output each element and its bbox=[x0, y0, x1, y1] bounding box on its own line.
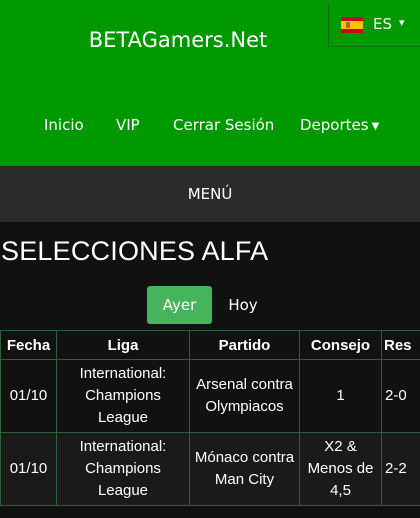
tab-hoy[interactable]: Hoy bbox=[220, 286, 266, 324]
page-title: SELECCIONES ALFA bbox=[1, 236, 269, 266]
spain-flag-icon bbox=[341, 17, 363, 33]
nav-item-deportes-label: Deportes bbox=[300, 116, 369, 134]
column-header-liga: Liga bbox=[56, 330, 190, 360]
table-row: 01/10 International: Champions League Ar… bbox=[0, 359, 420, 433]
nav-item-vip[interactable]: VIP bbox=[116, 116, 140, 134]
cell-consejo: 1 bbox=[299, 359, 382, 433]
column-header-partido: Partido bbox=[189, 330, 300, 360]
cell-partido: Mónaco contra Man City bbox=[189, 432, 300, 506]
nav-item-cerrar-sesion[interactable]: Cerrar Sesión bbox=[173, 116, 274, 134]
column-header-res: Res bbox=[381, 330, 420, 360]
tab-ayer[interactable]: Ayer bbox=[147, 286, 212, 324]
main-nav: Inicio VIP Cerrar Sesión Deportes ▼ bbox=[0, 116, 420, 140]
language-selector[interactable]: ES ▾ bbox=[328, 3, 420, 47]
nav-item-inicio[interactable]: Inicio bbox=[44, 116, 84, 134]
cell-liga: International: Champions League bbox=[56, 359, 190, 433]
cell-liga: International: Champions League bbox=[56, 432, 190, 506]
picks-table: Fecha Liga Partido Consejo Res 01/10 Int… bbox=[0, 330, 420, 506]
caret-down-icon: ▾ bbox=[399, 16, 405, 29]
cell-fecha: 01/10 bbox=[0, 432, 57, 506]
table-row: 01/10 International: Champions League Mó… bbox=[0, 432, 420, 506]
menu-label: MENÚ bbox=[187, 185, 233, 203]
cell-consejo: X2 & Menos de 4,5 bbox=[299, 432, 382, 506]
cell-fecha: 01/10 bbox=[0, 359, 57, 433]
language-code: ES bbox=[373, 15, 392, 33]
cell-res: 2-0 bbox=[381, 359, 420, 433]
site-header: BETAGamers.Net ES ▾ Inicio VIP Cerrar Se… bbox=[0, 0, 420, 166]
table-header-row: Fecha Liga Partido Consejo Res bbox=[0, 330, 420, 360]
nav-item-deportes[interactable]: Deportes ▼ bbox=[300, 116, 379, 134]
picks-table-container[interactable]: Fecha Liga Partido Consejo Res 01/10 Int… bbox=[0, 330, 420, 518]
column-header-fecha: Fecha bbox=[0, 330, 57, 360]
menu-toggle[interactable]: MENÚ bbox=[0, 166, 420, 222]
flag-emblem bbox=[346, 22, 350, 28]
cell-partido: Arsenal contra Olympiacos bbox=[189, 359, 300, 433]
site-title[interactable]: BETAGamers.Net bbox=[0, 28, 356, 52]
cell-res: 2-2 bbox=[381, 432, 420, 506]
caret-down-icon: ▼ bbox=[371, 121, 380, 132]
column-header-consejo: Consejo bbox=[299, 330, 382, 360]
